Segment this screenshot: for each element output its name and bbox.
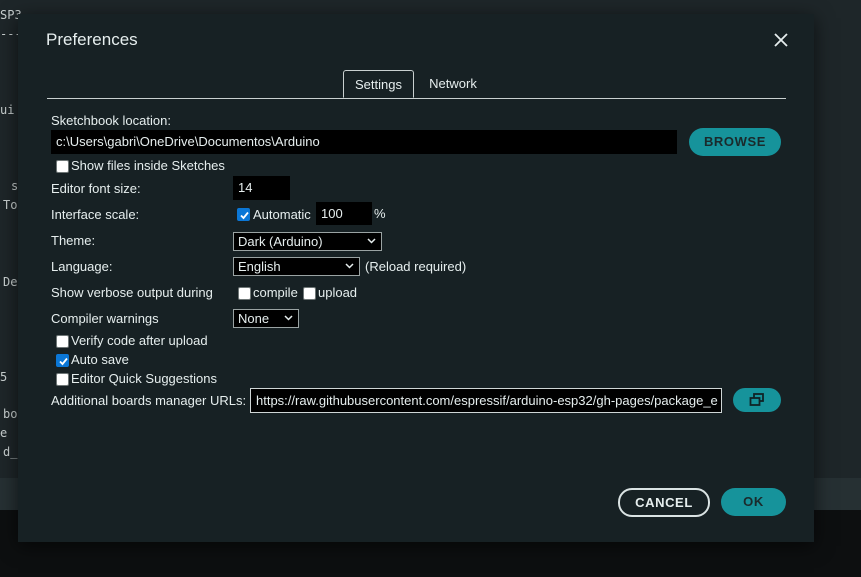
bg-text-3: ui (0, 103, 15, 117)
scale-automatic-checkbox[interactable] (237, 208, 250, 221)
preferences-dialog: Preferences Settings Network Sketchbook … (18, 14, 814, 542)
verify-upload-label: Verify code after upload (71, 333, 208, 348)
ok-button[interactable]: OK (721, 488, 786, 516)
additional-urls-label: Additional boards manager URLs: (51, 393, 247, 408)
auto-save-checkbox[interactable] (56, 354, 69, 367)
bg-text-9: e (0, 426, 8, 440)
checkmark-icon (240, 211, 249, 220)
bg-text-10: d_ (3, 445, 18, 459)
chevron-down-icon (284, 315, 293, 321)
font-size-label: Editor font size: (51, 181, 141, 196)
font-size-input[interactable]: 14 (233, 176, 290, 200)
bg-text-7: 5 (0, 370, 8, 384)
theme-select-value: Dark (Arduino) (238, 234, 323, 249)
language-label: Language: (51, 259, 113, 274)
language-select-value: English (238, 259, 281, 274)
verbose-upload-label: upload (318, 285, 358, 300)
bg-text-5: To (3, 198, 18, 212)
tab-bar: Settings Network (47, 70, 786, 99)
theme-label: Theme: (51, 233, 96, 248)
browse-button[interactable]: BROWSE (689, 128, 781, 156)
scale-percent-label: % (374, 206, 386, 221)
language-select[interactable]: English (233, 257, 360, 276)
compiler-warnings-label: Compiler warnings (51, 311, 159, 326)
theme-select[interactable]: Dark (Arduino) (233, 232, 382, 251)
tab-settings[interactable]: Settings (343, 70, 414, 98)
additional-urls-input[interactable]: https://raw.githubusercontent.com/espres… (250, 388, 722, 413)
bg-text-6: De (3, 275, 18, 289)
edit-urls-button[interactable] (733, 388, 781, 412)
quick-suggestions-label: Editor Quick Suggestions (71, 371, 217, 386)
compiler-warnings-select[interactable]: None (233, 309, 299, 328)
cancel-button[interactable]: CANCEL (618, 488, 710, 517)
sketchbook-label: Sketchbook location: (51, 113, 171, 128)
show-files-checkbox[interactable] (56, 160, 69, 173)
show-files-label: Show files inside Sketches (71, 158, 225, 173)
scale-value-input[interactable]: 100 (316, 202, 372, 225)
verbose-upload-checkbox[interactable] (303, 287, 316, 300)
chevron-down-icon (345, 263, 354, 269)
chevron-down-icon (367, 238, 376, 244)
interface-scale-label: Interface scale: (51, 207, 140, 222)
open-window-icon (749, 393, 764, 406)
tab-network[interactable]: Network (418, 70, 488, 97)
auto-save-label: Auto save (71, 352, 129, 367)
checkmark-icon (59, 357, 68, 366)
reload-required-note: (Reload required) (365, 259, 467, 274)
close-button[interactable] (772, 31, 790, 49)
sketchbook-path-input[interactable]: c:\Users\gabri\OneDrive\Documentos\Ardui… (51, 130, 677, 154)
verbose-compile-label: compile (253, 285, 298, 300)
verify-upload-checkbox[interactable] (56, 335, 69, 348)
bg-text-8: bo (3, 407, 18, 421)
quick-suggestions-checkbox[interactable] (56, 373, 69, 386)
scale-automatic-label: Automatic (253, 207, 311, 222)
verbose-compile-checkbox[interactable] (238, 287, 251, 300)
dialog-title: Preferences (46, 30, 138, 49)
close-icon (774, 33, 788, 47)
verbose-output-label: Show verbose output during (51, 285, 213, 300)
compiler-warnings-value: None (238, 311, 270, 326)
